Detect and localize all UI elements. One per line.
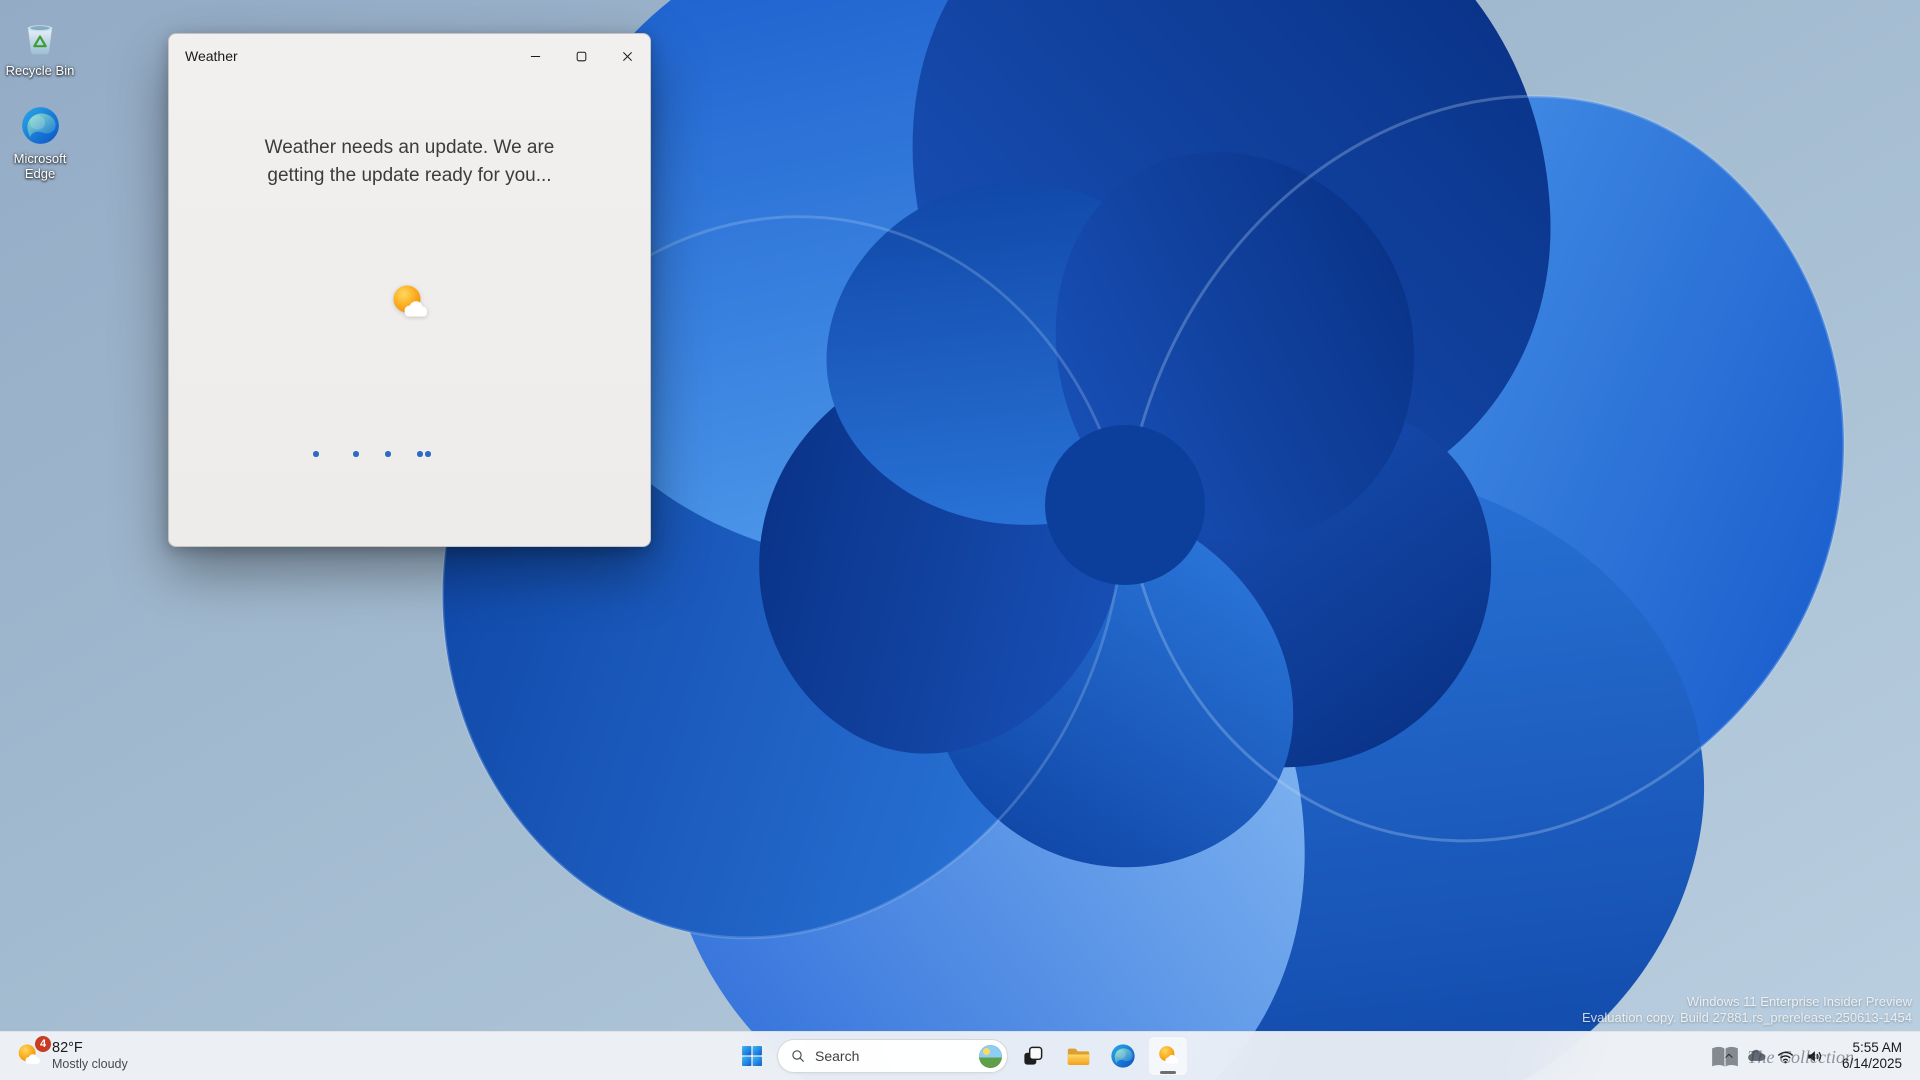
search-highlights-icon[interactable]: [979, 1044, 1002, 1068]
progress-dot: [313, 451, 319, 457]
system-tray: 5:55 AM 6/14/2025: [1717, 1032, 1920, 1080]
clock-date: 6/14/2025: [1841, 1056, 1902, 1071]
clock-time: 5:55 AM: [1852, 1039, 1902, 1055]
loading-progress-dots: [313, 451, 435, 458]
task-view-button[interactable]: [1013, 1036, 1053, 1076]
desktop-icon-label: Microsoft Edge: [13, 151, 67, 181]
widget-temperature: 82°F: [52, 1040, 83, 1056]
update-message: Weather needs an update. We are getting …: [169, 134, 650, 189]
recycle-bin-icon: [17, 14, 63, 60]
desktop-icon-label: Recycle Bin: [5, 63, 75, 78]
minimize-button[interactable]: [512, 34, 558, 78]
file-explorer-button[interactable]: [1058, 1036, 1098, 1076]
widget-text: 82°F Mostly cloudy: [52, 1040, 128, 1072]
desktop: Recycle Bin Microsoft Edge Weather Weath: [0, 0, 1920, 1080]
search-placeholder: Search: [815, 1048, 860, 1064]
volume-icon[interactable]: [1800, 1036, 1829, 1076]
progress-dot: [417, 451, 423, 457]
widget-weather-icon: 4: [14, 1036, 51, 1071]
network-icon[interactable]: [1771, 1036, 1800, 1076]
progress-dot: [425, 451, 431, 457]
window-title: Weather: [185, 48, 238, 64]
close-button[interactable]: [604, 34, 650, 78]
search-icon: [790, 1048, 806, 1064]
weather-widget[interactable]: 4 82°F Mostly cloudy: [4, 1035, 138, 1077]
window-titlebar[interactable]: Weather: [169, 34, 650, 78]
taskbar-center: Search: [732, 1036, 1188, 1076]
progress-dot: [385, 451, 391, 457]
maximize-button[interactable]: [558, 34, 604, 78]
caption-buttons: [512, 34, 650, 78]
progress-dot: [353, 451, 359, 457]
weather-app-window: Weather Weather needs an update. We are …: [168, 33, 651, 547]
update-message-line1: Weather needs an update. We are: [264, 137, 555, 158]
edge-icon: [17, 102, 63, 148]
desktop-icon-recycle-bin[interactable]: Recycle Bin: [0, 14, 82, 78]
weather-app-logo-icon: [386, 280, 434, 328]
clock[interactable]: 5:55 AM 6/14/2025: [1838, 1038, 1906, 1075]
start-button[interactable]: [732, 1036, 772, 1076]
widget-condition: Mostly cloudy: [52, 1057, 128, 1071]
update-message-line2: getting the update ready for you...: [267, 164, 552, 186]
taskbar: 4 82°F Mostly cloudy Search 5:55 AM 6/14…: [0, 1031, 1920, 1080]
edge-button[interactable]: [1103, 1036, 1143, 1076]
search-box[interactable]: Search: [777, 1039, 1008, 1073]
desktop-icon-microsoft-edge[interactable]: Microsoft Edge: [0, 102, 82, 181]
weather-app-button[interactable]: [1148, 1036, 1188, 1076]
notification-badge: 4: [35, 1036, 51, 1052]
onedrive-icon[interactable]: [1741, 1036, 1771, 1076]
hidden-icons-chevron[interactable]: [1717, 1036, 1741, 1076]
